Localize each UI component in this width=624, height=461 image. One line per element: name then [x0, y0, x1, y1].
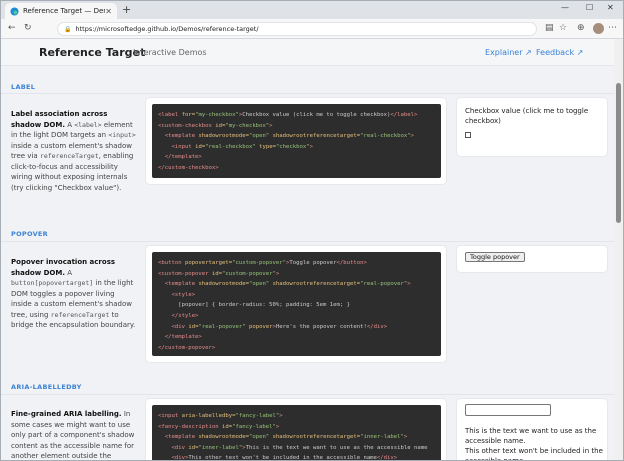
popover-code-block: <button popovertarget="custom-popover">T…: [152, 252, 441, 356]
scrollbar-thumb[interactable]: [616, 83, 621, 223]
profile-avatar[interactable]: [593, 23, 604, 34]
address-bar[interactable]: 🔒 https://microsoftedge.github.io/Demos/…: [57, 22, 537, 36]
label-code-card: <label for="my-checkbox">Checkbox value …: [146, 98, 446, 184]
aria-other-text: This other text won't be included in the…: [465, 447, 603, 461]
browser-tab[interactable]: Reference Target — Demo ✕: [5, 3, 117, 19]
site-header: Reference Target Interactive Demos Expla…: [1, 39, 614, 66]
refresh-icon[interactable]: ↻: [24, 23, 32, 33]
section-divider: [1, 241, 614, 242]
popover-desc-title: Popover invocation across shadow DOM.: [11, 258, 116, 277]
close-window-icon[interactable]: ✕: [607, 3, 614, 12]
edge-icon: [10, 6, 19, 16]
popover-code-card: <button popovertarget="custom-popover">T…: [146, 246, 446, 362]
label-code-block: <label for="my-checkbox">Checkbox value …: [152, 104, 441, 178]
popover-demo-card: Toggle popover: [457, 246, 607, 272]
popover-description: Popover invocation across shadow DOM. A …: [11, 258, 136, 329]
close-tab-icon[interactable]: ✕: [105, 7, 112, 16]
demo-checkbox[interactable]: [465, 132, 471, 138]
aria-label-text: This is the text we want to use as the a…: [465, 427, 597, 445]
site-title: Reference Target: [39, 46, 146, 59]
aria-code-card: <input aria-labelledby="fancy-label"> <f…: [146, 399, 446, 460]
maximize-icon[interactable]: ☐: [586, 3, 593, 12]
reading-view-icon[interactable]: ▤: [545, 23, 554, 33]
tab-title: Reference Target — Demo: [23, 7, 106, 15]
aria-code-block: <input aria-labelledby="fancy-label"> <f…: [152, 405, 441, 460]
browser-toolbar: ← ↻ 🔒 https://microsoftedge.github.io/De…: [1, 19, 623, 39]
aria-description: Fine-grained ARIA labelling. In some cas…: [11, 410, 135, 460]
explainer-link[interactable]: Explainer ↗: [485, 48, 532, 57]
aria-desc-title: Fine-grained ARIA labelling.: [11, 410, 122, 418]
page-scrollbar[interactable]: [614, 39, 623, 460]
section-heading-label: LABEL: [11, 83, 36, 91]
label-description: Label association across shadow DOM. A <…: [11, 110, 136, 192]
section-heading-aria: ARIA-LABELLEDBY: [11, 383, 82, 391]
section-heading-popover: POPOVER: [11, 230, 48, 238]
address-url: https://microsoftedge.github.io/Demos/re…: [75, 25, 259, 33]
lock-icon: 🔒: [64, 25, 72, 33]
browser-window: Reference Target — Demo ✕ + — ☐ ✕ ← ↻ 🔒 …: [0, 0, 624, 461]
more-menu-icon[interactable]: ⋯: [608, 23, 617, 33]
site-subtitle: Interactive Demos: [133, 48, 207, 57]
checkbox-label[interactable]: Checkbox value (click me to toggle check…: [465, 106, 595, 126]
minimize-icon[interactable]: —: [561, 3, 569, 12]
aria-demo-input[interactable]: [465, 404, 551, 416]
favorite-star-icon[interactable]: ☆: [559, 23, 567, 33]
label-demo-card: Checkbox value (click me to toggle check…: [457, 98, 607, 156]
section-divider: [1, 394, 614, 395]
tab-strip: Reference Target — Demo ✕ + — ☐ ✕: [1, 1, 623, 19]
section-divider: [1, 93, 614, 94]
extensions-icon[interactable]: ⊕: [577, 23, 585, 33]
feedback-link[interactable]: Feedback ↗: [536, 48, 583, 57]
back-icon[interactable]: ←: [8, 23, 16, 33]
web-page: Reference Target Interactive Demos Expla…: [1, 39, 614, 461]
aria-demo-card: This is the text we want to use as the a…: [457, 399, 607, 461]
toggle-popover-button[interactable]: Toggle popover: [465, 252, 525, 262]
new-tab-icon[interactable]: +: [122, 3, 131, 16]
